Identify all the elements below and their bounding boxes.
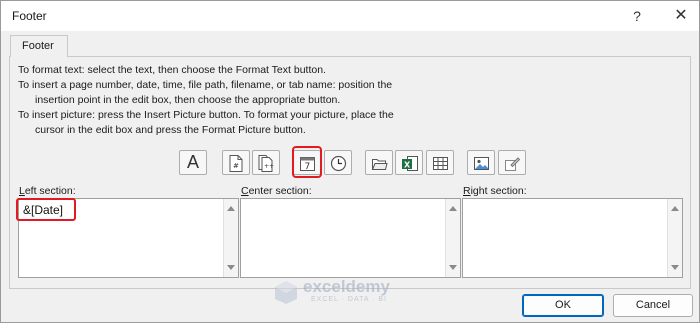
scroll-up-icon[interactable] (449, 206, 457, 211)
page-number-icon: # (229, 155, 243, 172)
ok-button[interactable]: OK (522, 294, 604, 317)
date-field-highlight (16, 198, 76, 221)
format-text-button[interactable]: A (179, 150, 207, 175)
insert-file-name-button[interactable]: X (395, 150, 423, 175)
svg-text:#: # (233, 162, 239, 170)
help-button[interactable]: ? (623, 5, 651, 27)
svg-text:++: ++ (264, 163, 274, 170)
excel-file-icon: X (402, 156, 418, 171)
right-section-label: Right section: (463, 185, 527, 197)
dialog-title: Footer (12, 9, 47, 23)
scroll-up-icon[interactable] (671, 206, 679, 211)
exceldemy-logo-icon (275, 281, 297, 304)
scroll-down-icon[interactable] (671, 265, 679, 270)
close-button[interactable]: ✕ (667, 5, 695, 27)
title-bar: Footer ? ✕ (1, 1, 699, 31)
footer-dialog: Footer ? ✕ Footer To format text: select… (0, 0, 700, 323)
folder-icon (371, 159, 388, 170)
insert-file-path-button[interactable] (365, 150, 393, 175)
format-text-icon: A (187, 152, 200, 172)
picture-icon (474, 157, 489, 170)
insert-sheet-name-button[interactable] (426, 150, 454, 175)
insert-number-of-pages-button[interactable]: ++ (252, 150, 280, 175)
scroll-up-icon[interactable] (227, 206, 235, 211)
clock-icon (330, 155, 347, 172)
format-picture-icon (505, 157, 521, 171)
watermark-tagline: EXCEL · DATA · BI (311, 296, 387, 303)
right-section-editbox[interactable] (462, 198, 683, 278)
scroll-down-icon[interactable] (449, 265, 457, 270)
svg-text:X: X (404, 161, 411, 170)
number-of-pages-icon: ++ (258, 155, 274, 172)
instruction-line-4: To insert picture: press the Insert Pict… (18, 109, 394, 121)
insert-picture-button[interactable] (467, 150, 495, 175)
insert-page-number-button[interactable]: # (222, 150, 250, 175)
instruction-line-3: insertion point in the edit box, then ch… (35, 94, 341, 106)
sheet-tab-icon (433, 157, 448, 170)
instruction-line-5: cursor in the edit box and press the For… (35, 124, 306, 136)
left-section-scrollbar[interactable] (223, 199, 238, 277)
format-picture-button[interactable] (498, 150, 526, 175)
center-section-label: Center section: (241, 185, 312, 197)
center-section-editbox[interactable] (240, 198, 461, 278)
insert-time-button[interactable] (324, 150, 352, 175)
left-section-label: Left section: (19, 185, 76, 197)
watermark-name: exceldemy (303, 277, 390, 296)
exceldemy-watermark: exceldemy EXCEL · DATA · BI (273, 277, 433, 307)
date-button-highlight (292, 146, 322, 178)
right-section-scrollbar[interactable] (667, 199, 682, 277)
instruction-line-1: To format text: select the text, then ch… (18, 64, 326, 76)
instruction-line-2: To insert a page number, date, time, fil… (18, 79, 393, 91)
scroll-down-icon[interactable] (227, 265, 235, 270)
cancel-button[interactable]: Cancel (613, 294, 693, 317)
center-section-scrollbar[interactable] (445, 199, 460, 277)
tab-footer[interactable]: Footer (10, 35, 68, 57)
